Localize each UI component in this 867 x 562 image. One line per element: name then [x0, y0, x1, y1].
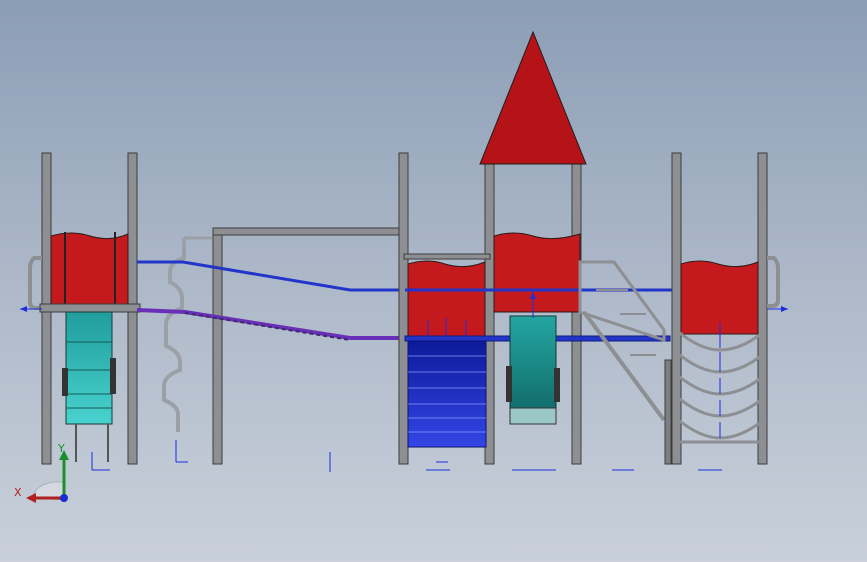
tower-slide-side	[506, 366, 512, 402]
central-tower[interactable]	[398, 30, 672, 471]
x-axis-label: X	[14, 486, 22, 499]
playground-model[interactable]	[0, 0, 867, 562]
center-top-bar	[403, 253, 491, 260]
left-slide-side-2	[110, 358, 116, 394]
right-post-outer	[757, 152, 768, 465]
monkey-bar-top	[212, 227, 406, 236]
coordinate-triad: Y X	[14, 442, 69, 503]
left-slide-side	[62, 368, 68, 396]
left-red-panel	[50, 232, 129, 305]
left-deck	[39, 303, 141, 313]
monkey-bar-post	[212, 227, 223, 465]
left-side-handrail	[28, 256, 42, 310]
left-tower[interactable]	[20, 152, 141, 471]
zigzag-rail	[162, 238, 186, 432]
bridge-walkway	[136, 308, 405, 340]
tower-slide-side-2	[554, 368, 560, 402]
tower-red-panel	[493, 232, 581, 313]
tower-roof	[479, 30, 587, 165]
right-post-inner	[671, 152, 682, 465]
left-slide	[65, 311, 113, 425]
center-post-left	[398, 152, 409, 465]
bridge[interactable]	[136, 260, 405, 472]
right-structure[interactable]	[578, 152, 788, 471]
right-ladder	[675, 328, 767, 440]
blue-stair	[407, 340, 487, 448]
y-axis-label: Y	[57, 442, 65, 455]
tower-slide	[509, 315, 557, 409]
z-axis-marker	[60, 494, 68, 502]
right-side-handrail	[767, 256, 780, 308]
tower-slide-base	[509, 407, 557, 425]
right-diagonal-frame	[578, 260, 666, 343]
3d-model-viewport[interactable]: Y X	[0, 0, 867, 562]
